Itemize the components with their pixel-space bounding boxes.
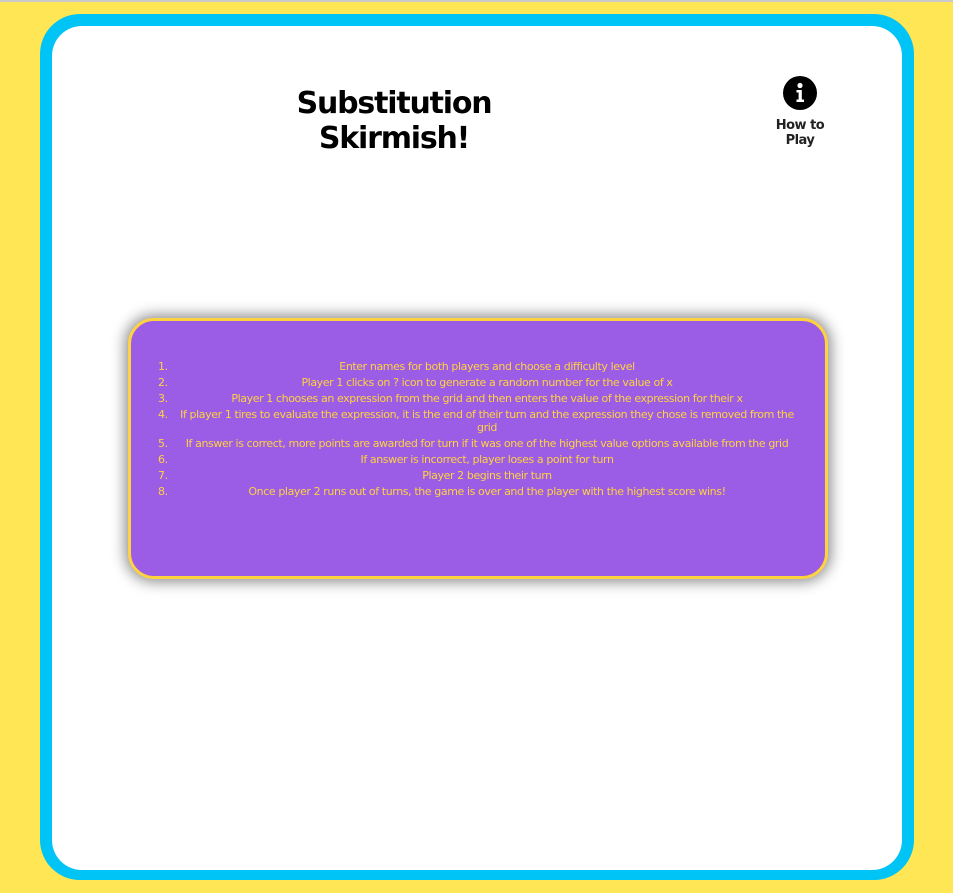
- rule-number: 8.: [158, 485, 168, 498]
- rule-text: Once player 2 runs out of turns, the gam…: [248, 485, 726, 498]
- rule-text: Player 2 begins their turn: [422, 469, 552, 482]
- rule-item: 4. If player 1 tires to evaluate the expr…: [155, 408, 815, 434]
- rule-text: Enter names for both players and choose …: [339, 360, 635, 373]
- game-title: Substitution Skirmish!: [296, 86, 493, 156]
- rule-item: 2. Player 1 clicks on ? icon to generate …: [155, 376, 815, 389]
- rule-text: If answer is correct, more points are aw…: [185, 437, 789, 450]
- rule-item: 6. If answer is incorrect, player loses a…: [155, 453, 815, 466]
- rule-number: 2.: [158, 376, 168, 389]
- rule-number: 1.: [158, 360, 168, 373]
- rule-number: 7.: [158, 469, 168, 482]
- game-frame: Substitution Skirmish! How to Play 1. Ent…: [40, 14, 914, 880]
- rule-text: If player 1 tires to evaluate the expres…: [180, 408, 794, 434]
- rule-number: 3.: [158, 392, 168, 405]
- rule-item: 1. Enter names for both players and choos…: [155, 360, 815, 373]
- rule-item: 7. Player 2 begins their turn: [155, 469, 815, 482]
- rule-item: 3. Player 1 chooses an expression from th…: [155, 392, 815, 405]
- rule-text: If answer is incorrect, player loses a p…: [360, 453, 614, 466]
- rule-text: Player 1 chooses an expression from the …: [231, 392, 743, 405]
- rules-panel: 1. Enter names for both players and choos…: [128, 318, 828, 579]
- rule-number: 6.: [158, 453, 168, 466]
- rule-item: 5. If answer is correct, more points are …: [155, 437, 815, 450]
- how-to-play-button[interactable]: How to Play: [760, 76, 840, 148]
- info-icon: [783, 76, 817, 110]
- how-to-play-label: How to Play: [775, 118, 825, 148]
- rule-item: 8. Once player 2 runs out of turns, the g…: [155, 485, 815, 498]
- browser-edge-line: [0, 0, 953, 2]
- rules-list: 1. Enter names for both players and choos…: [155, 360, 815, 501]
- game-card: Substitution Skirmish! How to Play 1. Ent…: [52, 26, 902, 870]
- rule-number: 5.: [158, 437, 168, 450]
- rule-text: Player 1 clicks on ? icon to generate a …: [301, 376, 673, 389]
- rule-number: 4.: [158, 408, 168, 421]
